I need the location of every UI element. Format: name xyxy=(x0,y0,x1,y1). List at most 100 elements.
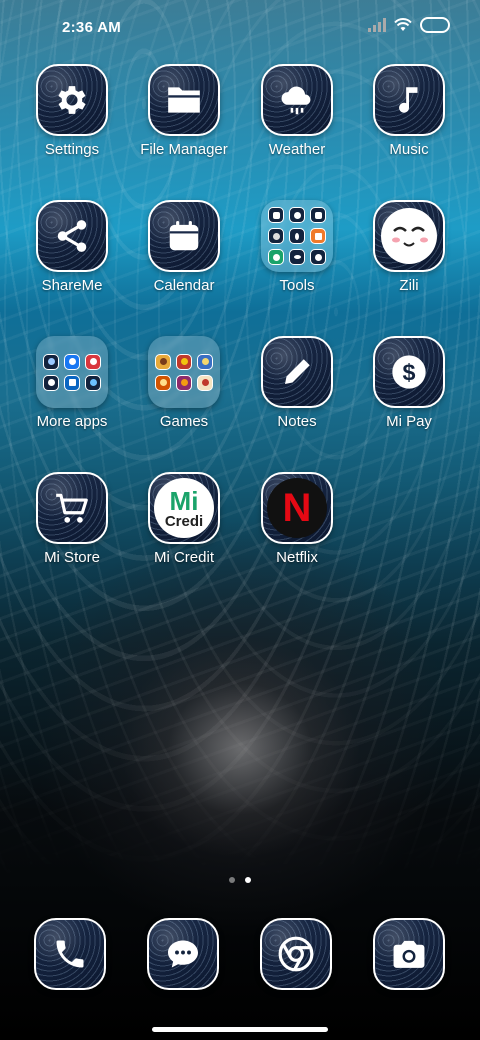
app-label: File Manager xyxy=(140,141,228,158)
page-dot[interactable] xyxy=(229,877,235,883)
app-tile[interactable] xyxy=(34,918,106,990)
dock-messages[interactable] xyxy=(127,918,239,990)
app-tile[interactable] xyxy=(36,64,108,136)
dollar-coin-icon: $ xyxy=(392,355,426,389)
home-row: Settings File Manager Weather Music xyxy=(0,64,480,184)
app-mi-credit[interactable]: Mi Credi Mi Credit xyxy=(128,472,240,566)
folder-app-icon xyxy=(64,353,80,370)
folder-tools[interactable]: Tools xyxy=(241,200,353,294)
page-indicator[interactable] xyxy=(0,877,480,883)
shopping-cart-icon xyxy=(56,493,88,523)
app-tile[interactable] xyxy=(36,472,108,544)
chat-bubble-icon xyxy=(168,940,198,968)
folder-games[interactable]: Games xyxy=(128,336,240,430)
cloud-rain-icon xyxy=(281,86,311,115)
app-weather[interactable]: Weather xyxy=(241,64,353,158)
pencil-icon xyxy=(285,359,310,384)
app-label: Mi Credit xyxy=(153,549,214,566)
app-label: Netflix xyxy=(276,549,318,566)
app-mi-store[interactable]: Mi Store xyxy=(16,472,128,566)
folder-app-icon xyxy=(268,207,284,223)
home-row: ShareMe Calendar Tools Zili xyxy=(0,200,480,320)
zili-face-icon xyxy=(381,208,437,264)
app-label: Calendar xyxy=(153,277,215,294)
app-tile[interactable] xyxy=(373,200,445,272)
folder-label: More apps xyxy=(36,413,108,430)
mi-credit-logo-subtext: Credi xyxy=(164,512,204,530)
app-tile[interactable] xyxy=(147,918,219,990)
home-row: Mi Store Mi Credi Mi Credit N Netflix xyxy=(0,472,480,592)
app-notes[interactable]: Notes xyxy=(241,336,353,430)
dock-camera[interactable] xyxy=(353,918,465,990)
app-tile[interactable] xyxy=(148,64,220,136)
folder-app-icon xyxy=(289,228,305,244)
folder-app-icon xyxy=(310,228,326,244)
calendar-icon xyxy=(169,220,199,251)
folder-tile[interactable] xyxy=(148,336,220,408)
dock-chrome[interactable] xyxy=(240,918,352,990)
folder-app-icon xyxy=(289,249,305,265)
folder-app-icon xyxy=(289,207,305,223)
folder-app-icon xyxy=(85,374,101,391)
app-tile[interactable] xyxy=(260,918,332,990)
app-tile[interactable] xyxy=(261,336,333,408)
folder-app-icon xyxy=(197,374,213,391)
mi-credit-logo-icon: Mi Credi xyxy=(154,478,214,538)
chrome-icon xyxy=(278,936,314,972)
gesture-nav-bar[interactable] xyxy=(152,1027,328,1032)
folder-tile[interactable] xyxy=(261,200,333,272)
dock xyxy=(0,918,480,994)
app-label: Zili xyxy=(399,277,419,294)
status-time: 2:36 AM xyxy=(62,19,122,36)
music-note-icon xyxy=(399,87,418,113)
folder-app-icon xyxy=(155,374,171,391)
folder-app-icon xyxy=(176,353,192,370)
app-zili[interactable]: Zili xyxy=(353,200,465,294)
app-tile[interactable]: Mi Credi xyxy=(148,472,220,544)
dock-phone[interactable] xyxy=(14,918,126,990)
app-netflix[interactable]: N Netflix xyxy=(241,472,353,566)
app-music[interactable]: Music xyxy=(353,64,465,158)
app-label: Notes xyxy=(277,413,317,430)
page-dot-active[interactable] xyxy=(245,877,251,883)
app-label: Mi Store xyxy=(44,549,100,566)
app-settings[interactable]: Settings xyxy=(16,64,128,158)
app-label: Weather xyxy=(268,141,326,158)
app-label: Mi Pay xyxy=(386,413,432,430)
svg-text:$: $ xyxy=(403,359,416,385)
folder-app-icon xyxy=(155,353,171,370)
folder-app-icon xyxy=(268,228,284,244)
folder-app-icon xyxy=(197,353,213,370)
app-file-manager[interactable]: File Manager xyxy=(128,64,240,158)
folder-app-icon xyxy=(43,374,59,391)
share-icon xyxy=(57,220,87,252)
app-label: Settings xyxy=(44,141,100,158)
wifi-icon xyxy=(394,18,412,31)
app-tile[interactable]: N xyxy=(261,472,333,544)
app-tile[interactable] xyxy=(148,200,220,272)
folder-tile[interactable] xyxy=(36,336,108,408)
app-tile[interactable] xyxy=(261,64,333,136)
folder-app-icon xyxy=(268,249,284,265)
signal-icon xyxy=(368,18,386,32)
app-label: Music xyxy=(389,141,429,158)
app-calendar[interactable]: Calendar xyxy=(128,200,240,294)
app-shareme[interactable]: ShareMe xyxy=(16,200,128,294)
app-mi-pay[interactable]: $ Mi Pay xyxy=(353,336,465,430)
status-bar: 2:36 AM xyxy=(0,0,480,56)
folder-app-icon xyxy=(310,207,326,223)
battery-icon xyxy=(420,17,450,33)
folder-app-icon xyxy=(64,374,80,391)
app-tile[interactable] xyxy=(373,918,445,990)
netflix-logo-text: N xyxy=(282,486,312,530)
app-label: ShareMe xyxy=(41,277,103,294)
app-tile[interactable] xyxy=(36,200,108,272)
netflix-logo-icon: N xyxy=(267,478,327,538)
app-tile[interactable] xyxy=(373,64,445,136)
folder-more-apps[interactable]: More apps xyxy=(16,336,128,430)
gear-icon xyxy=(58,86,86,114)
app-tile[interactable]: $ xyxy=(373,336,445,408)
camera-icon xyxy=(393,940,425,968)
phone-icon xyxy=(56,940,84,968)
home-row: More apps Games Notes $ Mi Pay xyxy=(0,336,480,456)
